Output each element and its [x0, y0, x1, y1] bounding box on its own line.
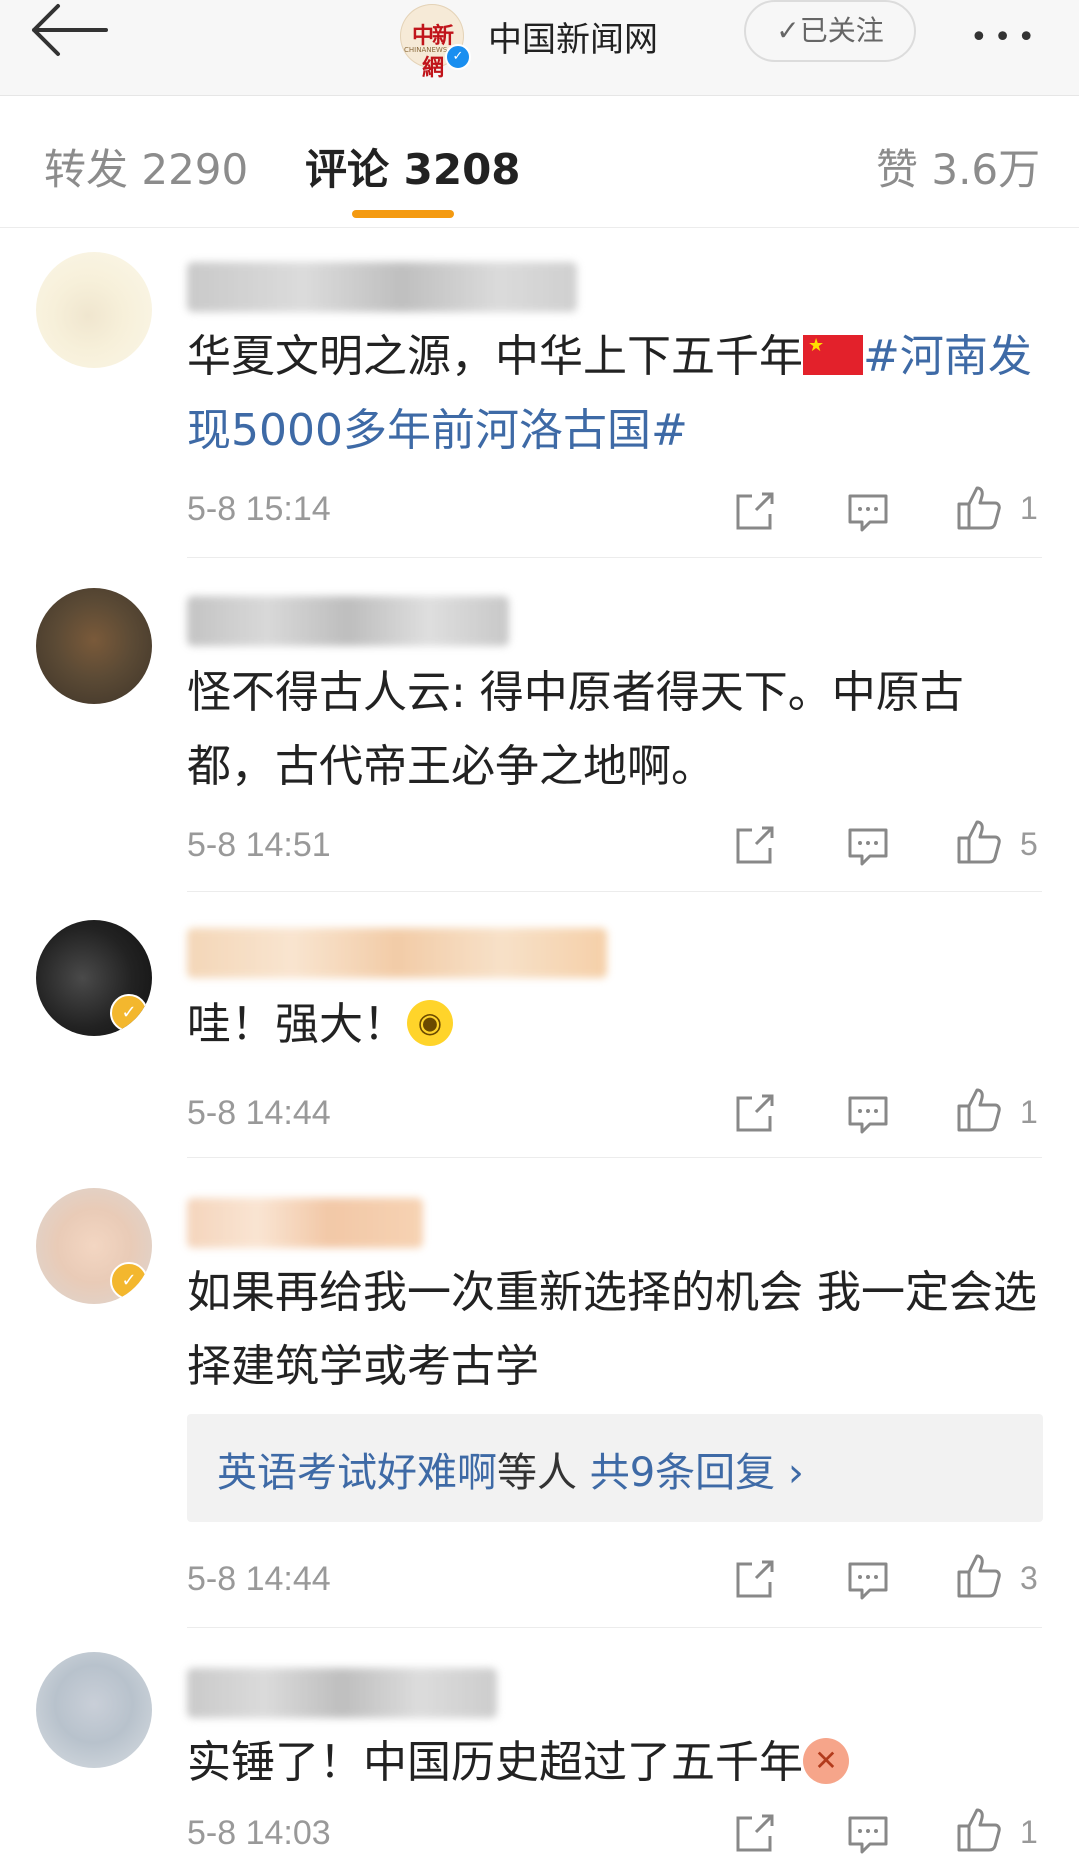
- reply-total-link[interactable]: 共9条回复: [590, 1450, 775, 1496]
- username-blurred[interactable]: [187, 596, 509, 646]
- tab-reposts[interactable]: 转发 2290: [44, 136, 248, 197]
- chevron-right-icon: ›: [787, 1450, 804, 1496]
- comment-text: 实锤了！中国历史超过了五千年 ✕: [187, 1726, 1047, 1800]
- share-icon[interactable]: [730, 822, 778, 870]
- china-flag-icon: ★: [803, 335, 863, 375]
- page-title[interactable]: 中国新闻网: [488, 12, 658, 61]
- comment-time: 5-8 14:44: [187, 1094, 331, 1132]
- share-icon[interactable]: [730, 1556, 778, 1604]
- comment-item: 怪不得古人云: 得中原者得天下。中原古都，古代帝王必争之地啊。 5-8 14:5…: [0, 560, 1079, 892]
- more-icon[interactable]: •••: [970, 20, 1041, 55]
- like-icon[interactable]: [955, 1806, 1003, 1854]
- comment-time: 5-8 14:51: [187, 826, 331, 864]
- like-icon[interactable]: [955, 484, 1003, 532]
- comment-text: 怪不得古人云: 得中原者得天下。中原古都，古代帝王必争之地啊。: [187, 667, 964, 792]
- comment-icon[interactable]: [844, 488, 892, 536]
- surprised-face-icon: ◉: [407, 1000, 453, 1046]
- tab-comments[interactable]: 评论 3208: [305, 136, 521, 197]
- comment-text-main: 哇！强大！: [187, 999, 407, 1050]
- avatar[interactable]: [36, 252, 152, 368]
- share-icon[interactable]: [730, 488, 778, 536]
- share-icon[interactable]: [730, 1090, 778, 1138]
- share-icon[interactable]: [730, 1810, 778, 1858]
- like-icon[interactable]: [955, 818, 1003, 866]
- comment-icon[interactable]: [844, 1556, 892, 1604]
- top-bar: 中新網 CHINANEWS.COM ✓ 中国新闻网 ✓已关注 •••: [0, 0, 1079, 96]
- tab-likes[interactable]: 赞 3.6万: [876, 136, 1040, 197]
- divider: [187, 557, 1042, 558]
- avatar[interactable]: [36, 1652, 152, 1768]
- like-count: 3: [1020, 1560, 1038, 1596]
- avatar[interactable]: ✓: [36, 920, 152, 1036]
- back-arrow-icon[interactable]: [24, 0, 114, 64]
- divider: [187, 1157, 1042, 1158]
- comment-text: 如果再给我一次重新选择的机会 我一定会选择建筑学或考古学: [187, 1267, 1037, 1392]
- username-blurred[interactable]: [187, 928, 607, 978]
- comment-text-main: 华夏文明之源，中华上下五千年: [187, 331, 803, 382]
- divider: [187, 1627, 1042, 1628]
- comment-time: 5-8 14:03: [187, 1814, 331, 1852]
- active-tab-indicator: [352, 210, 454, 218]
- comment-time: 5-8 14:44: [187, 1560, 331, 1598]
- reply-preview[interactable]: 英语考试好难啊等人 共9条回复 ›: [187, 1414, 1043, 1522]
- comment-item: 华夏文明之源，中华上下五千年 ★ #河南发现5000多年前河洛古国# 5-8 15:…: [0, 228, 1079, 558]
- username-blurred[interactable]: [187, 1668, 497, 1718]
- reply-user-link[interactable]: 英语考试好难啊: [217, 1450, 497, 1496]
- divider: [187, 891, 1042, 892]
- like-count: 5: [1020, 826, 1038, 862]
- avatar[interactable]: ✓: [36, 1188, 152, 1304]
- comment-text: 华夏文明之源，中华上下五千年 ★ #河南发现5000多年前河洛古国#: [187, 320, 1047, 468]
- comment-text: 哇！强大！ ◉: [187, 988, 1047, 1062]
- username-blurred[interactable]: [187, 262, 577, 312]
- like-icon[interactable]: [955, 1086, 1003, 1134]
- avatar[interactable]: [36, 588, 152, 704]
- comment-icon[interactable]: [844, 1090, 892, 1138]
- verified-icon: ✓: [110, 1262, 148, 1300]
- comment-item: ✓ 如果再给我一次重新选择的机会 我一定会选择建筑学或考古学 英语考试好难啊等人…: [0, 1160, 1079, 1628]
- like-count: 1: [1020, 1094, 1038, 1130]
- verified-icon: ✓: [445, 44, 471, 70]
- like-count: 1: [1020, 1814, 1038, 1850]
- tab-bar: 转发 2290 评论 3208 赞 3.6万: [0, 96, 1079, 228]
- comment-time: 5-8 15:14: [187, 490, 331, 528]
- reply-summary: 英语考试好难啊等人 共9条回复 ›: [217, 1440, 804, 1498]
- verified-icon: ✓: [110, 994, 148, 1032]
- comment-item: 实锤了！中国历史超过了五千年 ✕ 5-8 14:03 1: [0, 1630, 1079, 1864]
- like-count: 1: [1020, 490, 1038, 526]
- comment-icon[interactable]: [844, 822, 892, 870]
- comment-text-main: 实锤了！中国历史超过了五千年: [187, 1737, 803, 1788]
- angry-face-icon: ✕: [803, 1738, 849, 1784]
- like-icon[interactable]: [955, 1552, 1003, 1600]
- follow-button[interactable]: ✓已关注: [744, 0, 916, 62]
- comment-item: ✓ 哇！强大！ ◉ 5-8 14:44 1: [0, 894, 1079, 1158]
- comment-icon[interactable]: [844, 1810, 892, 1858]
- username-blurred[interactable]: [187, 1198, 423, 1248]
- reply-mid-text: 等人: [497, 1450, 577, 1496]
